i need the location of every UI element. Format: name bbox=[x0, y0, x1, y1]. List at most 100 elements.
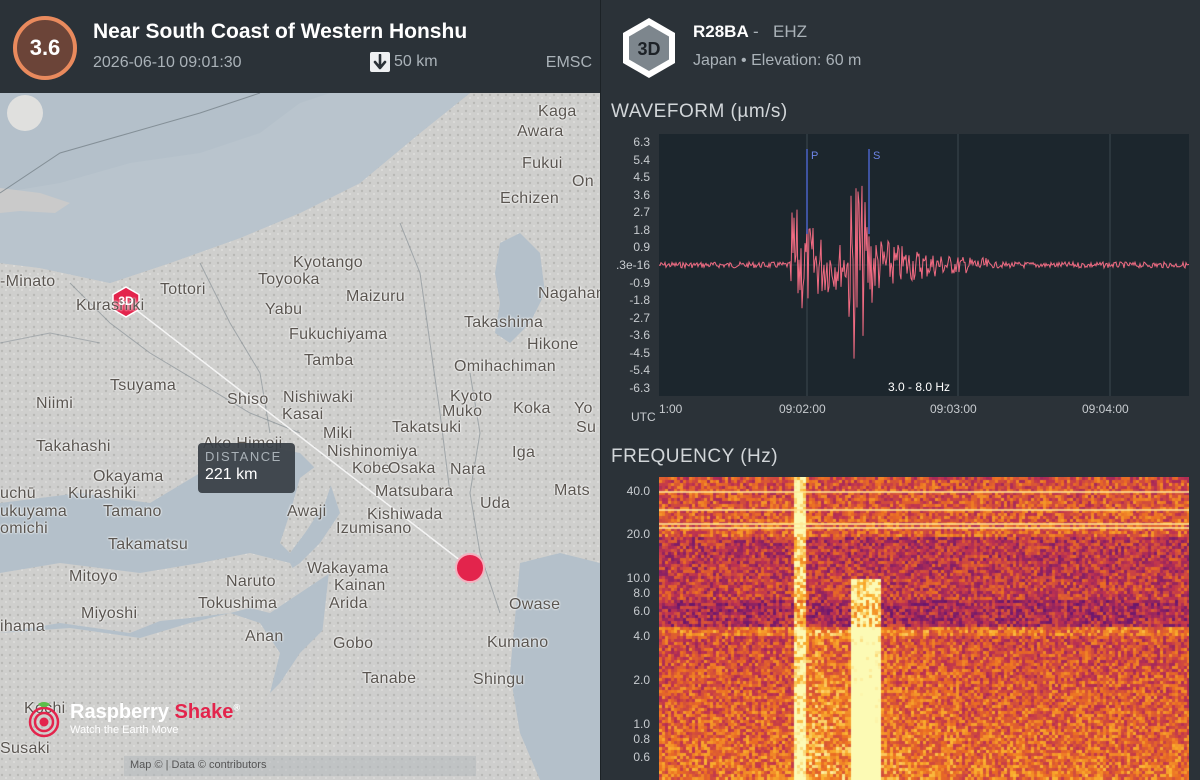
brand-registered: ® bbox=[233, 701, 241, 712]
station-separator: - bbox=[753, 22, 759, 41]
place-label: Tamano bbox=[103, 503, 162, 520]
place-label: Nishiwaki bbox=[283, 389, 354, 406]
place-label: Owase bbox=[509, 596, 561, 613]
place-label: Tanabe bbox=[362, 670, 417, 687]
place-label: Yabu bbox=[265, 301, 303, 318]
epicenter-marker bbox=[455, 553, 485, 583]
place-label: Izumisano bbox=[336, 520, 412, 537]
place-label: Kasai bbox=[282, 406, 324, 423]
brand-name-part2: Shake bbox=[174, 700, 234, 723]
place-label: Awaji bbox=[287, 503, 327, 520]
event-header: 3.6 Near South Coast of Western Honshu 2… bbox=[0, 0, 600, 93]
s-label: S bbox=[873, 150, 880, 162]
depth-value: 50 km bbox=[394, 53, 438, 70]
frequency-y-tick: 0.6 bbox=[633, 750, 650, 764]
place-label: Anan bbox=[245, 628, 284, 645]
station-panel: 3D R28BA - EHZ Japan • Elevation: 60 m W… bbox=[601, 0, 1200, 780]
place-label: Kumano bbox=[487, 634, 549, 651]
place-label: Fukuchiyama bbox=[289, 326, 388, 343]
brand-name-part1: Raspberry bbox=[70, 700, 169, 723]
waveform-y-tick: -4.5 bbox=[629, 345, 650, 360]
place-label: Tsuyama bbox=[110, 377, 177, 394]
frequency-y-tick: 20.0 bbox=[626, 527, 650, 541]
frequency-y-tick: 4.0 bbox=[633, 629, 650, 643]
place-label: Niimi bbox=[36, 395, 74, 412]
magnitude-value: 3.6 bbox=[29, 35, 61, 60]
waveform-y-tick: .3e-16 bbox=[615, 258, 650, 272]
map-attribution[interactable]: Map © | Data © contributors bbox=[124, 756, 476, 776]
frequency-y-tick: 40.0 bbox=[626, 484, 650, 498]
distance-label: DISTANCE bbox=[205, 449, 282, 464]
spectrogram-canvas bbox=[659, 477, 1189, 780]
waveform-plot[interactable]: P S bbox=[658, 134, 1190, 396]
event-depth: 50 km bbox=[370, 52, 438, 72]
place-label: Susaki bbox=[0, 740, 50, 757]
place-label: Matsubara bbox=[375, 483, 454, 500]
waveform-y-tick: 0.9 bbox=[633, 240, 650, 255]
place-label: Takashima bbox=[464, 314, 544, 331]
place-label: Omihachiman bbox=[454, 358, 557, 375]
place-label: Tottori bbox=[160, 281, 206, 298]
map-view[interactable]: Kaga Awara Fukui On Echizen Kyotango Tottori To… bbox=[0, 93, 600, 780]
place-label: Mitoyo bbox=[69, 568, 118, 585]
place-label: Tamba bbox=[304, 352, 354, 369]
station-channel: EHZ bbox=[773, 22, 807, 41]
p-label: P bbox=[811, 150, 818, 162]
raspberry-icon bbox=[28, 702, 60, 738]
station-badge: 3D bbox=[623, 18, 675, 78]
place-label: omichi bbox=[0, 520, 49, 537]
place-label: Maizuru bbox=[346, 288, 406, 305]
raspberry-shake-logo: Raspberry Shake® Watch the Earth Move bbox=[24, 698, 240, 738]
place-label: -Minato bbox=[0, 273, 56, 290]
place-label: On bbox=[572, 173, 594, 190]
place-label: Okayama bbox=[93, 468, 164, 485]
station-marker[interactable]: 3D bbox=[113, 294, 139, 310]
place-label: Hikone bbox=[527, 336, 579, 353]
waveform-y-tick: 6.3 bbox=[633, 135, 650, 149]
place-label: Tokushima bbox=[198, 595, 278, 612]
station-marker-label: 3D bbox=[118, 294, 134, 308]
waveform-title: WAVEFORM (µm/s) bbox=[611, 101, 788, 122]
station-code: R28BA bbox=[693, 22, 749, 41]
station-badge-label: 3D bbox=[637, 39, 660, 59]
place-label: Takahashi bbox=[36, 438, 111, 455]
waveform-x-tick: 09:04:00 bbox=[1082, 402, 1129, 416]
magnitude-badge: 3.6 bbox=[13, 16, 77, 80]
frequency-y-tick: 10.0 bbox=[626, 571, 650, 585]
waveform-y-tick: 5.4 bbox=[633, 152, 650, 167]
place-label: Kyotango bbox=[293, 254, 364, 271]
place-label: Arida bbox=[329, 595, 368, 612]
place-label: Kobe bbox=[352, 460, 391, 477]
frequency-y-tick: 8.0 bbox=[633, 586, 650, 600]
place-label: Echizen bbox=[500, 190, 560, 207]
app-root: 3.6 Near South Coast of Western Honshu 2… bbox=[0, 0, 1200, 780]
arrow-down-icon bbox=[370, 52, 390, 72]
waveform-y-tick: -2.7 bbox=[629, 310, 650, 325]
waveform-y-tick: 1.8 bbox=[633, 222, 650, 237]
place-label: Wakayama bbox=[307, 560, 389, 577]
spectrogram[interactable] bbox=[659, 477, 1189, 780]
waveform-svg: P S bbox=[658, 134, 1190, 396]
place-label: Yo bbox=[574, 400, 593, 417]
place-label: ihama bbox=[0, 618, 46, 635]
place-label: Naruto bbox=[226, 573, 276, 590]
event-panel: 3.6 Near South Coast of Western Honshu 2… bbox=[0, 0, 600, 780]
place-label: Toyooka bbox=[258, 271, 320, 288]
place-label: Kainan bbox=[334, 577, 386, 594]
place-label: Miki bbox=[323, 425, 353, 442]
brand-tagline: Watch the Earth Move bbox=[70, 723, 179, 736]
place-label: Uda bbox=[480, 495, 511, 512]
waveform-y-tick: 2.7 bbox=[633, 205, 650, 220]
place-label: Nagaham bbox=[538, 285, 600, 302]
distance-box: DISTANCE 221 km bbox=[198, 443, 295, 493]
waveform-y-tick: 4.5 bbox=[633, 170, 650, 185]
place-label: Kaga bbox=[538, 103, 577, 120]
place-label: Takatsuki bbox=[392, 419, 462, 436]
waveform-y-tick: 3.6 bbox=[633, 187, 650, 202]
utc-label: UTC bbox=[631, 410, 656, 424]
place-label: Takamatsu bbox=[108, 536, 189, 553]
waveform-y-tick: -5.4 bbox=[629, 363, 650, 378]
place-label: ukuyama bbox=[0, 503, 68, 520]
place-label: Miyoshi bbox=[81, 605, 138, 622]
place-label: Kurashiki bbox=[68, 485, 137, 502]
